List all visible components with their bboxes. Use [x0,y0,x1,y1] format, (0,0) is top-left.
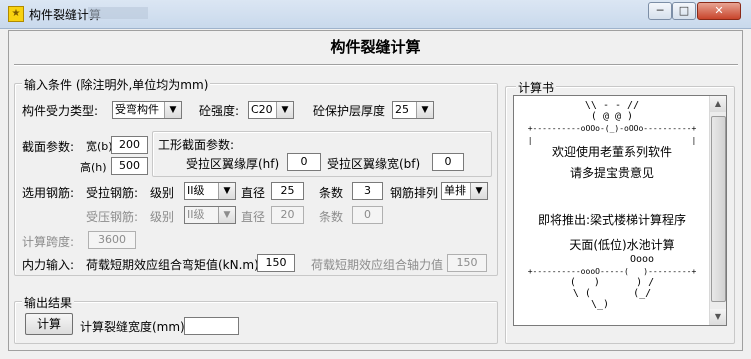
chevron-down-icon[interactable]: ▼ [470,183,487,199]
cover-value: 25 [395,103,409,116]
application-window: ★ 构件裂缝计算 ─ □ ✕ 构件裂缝计算 输入条件 (除注明外,单位均为mm)… [0,0,751,359]
ascii-line: ( @ @ ) [590,111,634,122]
tension-count-label: 条数 [319,186,344,200]
span-input[interactable]: 3600 [88,231,136,249]
ascii-line: \_) [590,299,610,310]
height-input[interactable]: 500 [111,157,148,175]
width-label: 宽(b) [86,140,113,153]
compression-rebar-label: 受压钢筋: [86,210,139,224]
minimize-button[interactable]: ─ [648,2,672,20]
chevron-down-icon[interactable]: ▼ [276,102,293,118]
calculate-button[interactable]: 计算 [25,313,73,335]
calc-book-textarea[interactable]: \\ - - // ( @ @ ) +----------oOOo-(_)-oO… [513,95,727,326]
axial-label: 荷载短期效应组合轴力值 [311,258,444,272]
crack-width-label: 计算裂缝宽度(mm) [80,320,185,334]
calc-book-scrollbar[interactable]: ▲ ▼ [709,96,726,325]
tension-grade-value: II级 [187,184,205,197]
crack-width-output[interactable] [184,317,239,335]
ascii-line: \\ - - // [584,100,640,111]
tension-flange-input[interactable]: 0 [287,153,321,171]
concrete-value: C20 [251,103,273,116]
compression-grade-value: II级 [187,208,205,221]
chevron-down-icon[interactable]: ▼ [164,102,181,118]
axial-input[interactable]: 150 [447,254,487,272]
maximize-button[interactable]: □ [672,2,696,20]
compression-flange-label: 受拉区翼缘宽(bf) [327,157,421,171]
chevron-down-icon[interactable]: ▼ [218,207,235,223]
output-group-legend: 输出结果 [22,294,75,311]
title-divider [14,64,738,66]
scroll-down-icon[interactable]: ▼ [710,309,726,325]
title-bar[interactable]: ★ 构件裂缝计算 ─ □ ✕ [0,0,751,29]
tension-grade-label: 级别 [150,186,175,200]
chevron-down-icon[interactable]: ▼ [218,183,235,199]
compression-count-input[interactable]: 0 [352,206,383,224]
compression-dia-input[interactable]: 20 [271,206,304,224]
height-label: 高(h) [80,161,107,174]
compression-dia-label: 直径 [241,210,266,224]
ascii-line: Oooo [629,254,655,265]
tension-grade-select[interactable]: II级 ▼ [184,182,236,200]
span-label: 计算跨度: [22,235,75,249]
feedback-text: 请多提宝贵意见 [569,166,654,180]
rebar-arrange-label: 钢筋排列 [390,186,439,200]
force-type-value: 受弯构件 [115,103,159,116]
tension-dia-input[interactable]: 25 [271,182,304,200]
force-type-label: 构件受力类型: [22,104,99,118]
compression-count-label: 条数 [319,210,344,224]
compression-flange-input[interactable]: 0 [432,153,464,171]
rebar-arrange-value: 单排 [444,184,466,197]
tension-flange-label: 受拉区翼缘厚(hf) [186,157,280,171]
concrete-label: 砼强度: [199,104,240,118]
tension-rebar-label: 受拉钢筋: [86,186,139,200]
close-button[interactable]: ✕ [697,2,741,20]
ascii-line: +----------oooO-----( )---------+ [527,267,697,276]
ascii-line: \ ( (_/ [572,288,652,299]
width-input[interactable]: 200 [111,136,148,154]
input-group-legend: 输入条件 (除注明外,单位均为mm) [22,76,211,93]
cover-select[interactable]: 25 ▼ [392,101,434,119]
force-type-select[interactable]: 受弯构件 ▼ [112,101,182,119]
moment-label: 荷载短期效应组合弯矩值(kN.m) [86,258,259,272]
load-label: 内力输入: [22,258,75,272]
ascii-line: ( ) ) / [569,277,655,288]
page-title: 构件裂缝计算 [330,38,421,56]
ascii-line: +----------oOOo-(_)-oOOo----------+ [527,124,697,133]
rebar-arrange-select[interactable]: 单排 ▼ [441,182,488,200]
chevron-down-icon[interactable]: ▼ [416,102,433,118]
tension-count-input[interactable]: 3 [352,182,383,200]
calc-book-legend: 计算书 [516,79,557,96]
moment-input[interactable]: 150 [257,254,295,272]
tension-dia-label: 直径 [241,186,266,200]
coming-soon-text: 即将推出:梁式楼梯计算程序 [537,213,687,227]
rebar-label: 选用钢筋: [22,186,75,200]
cover-label: 砼保护层厚度 [313,104,386,118]
section-label: 截面参数: [22,140,75,154]
compression-grade-select[interactable]: II级 ▼ [184,206,236,224]
title-ghost-text [88,7,148,19]
concrete-select[interactable]: C20 ▼ [248,101,294,119]
welcome-text: 欢迎使用老董系列软件 [551,145,672,159]
pool-calc-text: 天面(低位)水池计算 [569,238,675,252]
app-icon: ★ [8,6,24,22]
scroll-thumb[interactable] [711,116,726,302]
scroll-up-icon[interactable]: ▲ [710,96,726,112]
t-section-title: 工形截面参数: [158,138,235,152]
compression-grade-label: 级别 [150,210,175,224]
